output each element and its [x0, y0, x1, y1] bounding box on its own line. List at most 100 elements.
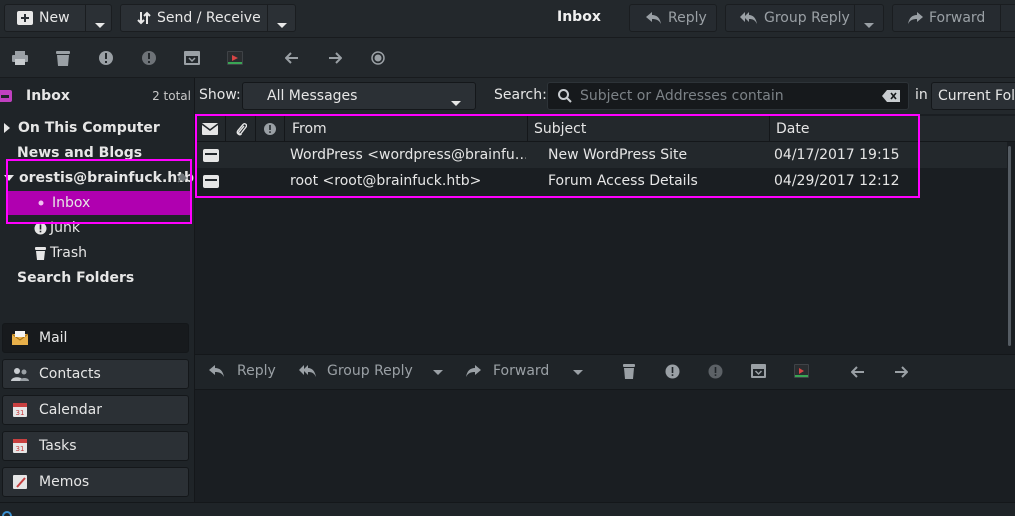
preview-reply-label: Reply — [237, 363, 276, 379]
tree-news-and-blogs[interactable]: News and Blogs — [0, 141, 193, 165]
nav-calendar[interactable]: 31 Calendar — [2, 395, 189, 425]
folder-count: 2 total — [152, 89, 191, 103]
junk-icon[interactable] — [665, 364, 680, 379]
tree-label: Trash — [50, 245, 87, 261]
new-menu-caret[interactable] — [95, 16, 105, 32]
show-label: Show: — [199, 87, 241, 103]
send-receive-split — [267, 5, 268, 31]
filter-bar: Show: All Messages Search: Subject or Ad… — [195, 78, 1015, 114]
group-reply-button[interactable]: Group Reply — [725, 4, 884, 32]
svg-text:31: 31 — [16, 409, 25, 417]
row-date: 04/17/2017 19:15 — [774, 147, 900, 163]
junk-icon — [34, 222, 47, 235]
nav-contacts[interactable]: Contacts — [2, 359, 189, 389]
preview-group-reply-button[interactable]: Group Reply — [299, 363, 413, 379]
tree-inbox[interactable]: Inbox — [8, 191, 190, 215]
important-icon — [263, 122, 277, 136]
reply-label: Reply — [668, 10, 707, 26]
not-junk-icon[interactable] — [708, 364, 723, 379]
preview-reply-button[interactable]: Reply — [209, 363, 276, 379]
forward-arrow-icon[interactable] — [327, 50, 343, 66]
row-from: root <root@brainfuck.htb> — [290, 173, 482, 189]
chevron-down-icon — [95, 23, 105, 28]
column-header: From Subject Date — [195, 116, 1015, 142]
stop-icon[interactable] — [370, 50, 386, 66]
tree-trash[interactable]: Trash — [0, 241, 193, 265]
tree-search-folders[interactable]: Search Folders — [0, 266, 193, 290]
delete-icon[interactable] — [623, 364, 635, 379]
flag-column[interactable] — [256, 116, 285, 142]
forward-split — [1000, 5, 1001, 31]
nav-label: Calendar — [39, 402, 102, 418]
new-label: New — [39, 10, 70, 26]
preview-group-reply-label: Group Reply — [327, 363, 413, 379]
scrollbar-thumb[interactable] — [1008, 146, 1011, 346]
header-bar: New Send / Receive Inbox Reply Group Rep… — [0, 0, 1015, 38]
group-reply-menu-caret[interactable] — [864, 16, 874, 32]
new-split — [85, 5, 86, 31]
table-row[interactable]: WordPress <wordpress@brainfu… New WordPr… — [197, 142, 1007, 168]
subject-column[interactable]: Subject — [528, 116, 770, 142]
attachment-column[interactable] — [226, 116, 256, 142]
from-column[interactable]: From — [285, 116, 528, 142]
nav-tasks[interactable]: 31 Tasks — [2, 431, 189, 461]
paperclip-icon — [235, 122, 247, 136]
search-input[interactable]: Subject or Addresses contain — [547, 82, 909, 110]
forward-arrow-icon[interactable] — [894, 366, 908, 378]
status-column[interactable] — [195, 116, 226, 142]
row-date: 04/29/2017 12:12 — [774, 173, 900, 189]
tree-label: Inbox — [52, 195, 91, 211]
chevron-down-icon — [451, 94, 461, 110]
preview-forward-button[interactable]: Forward — [465, 363, 549, 379]
tree-on-this-computer[interactable]: On This Computer — [0, 116, 193, 140]
subject-header: Subject — [534, 121, 587, 137]
mail-icon — [11, 329, 29, 347]
nav-label: Tasks — [39, 438, 77, 454]
archive-icon[interactable] — [184, 50, 200, 66]
folder-header: Inbox 2 total — [0, 80, 195, 112]
calendar-icon: 31 — [11, 401, 29, 419]
show-select[interactable]: All Messages — [242, 82, 476, 110]
scope-select[interactable]: Current Folder — [931, 82, 1015, 110]
forward-button[interactable]: Forward — [892, 4, 1015, 32]
forward-icon — [465, 365, 481, 377]
reply-icon — [209, 365, 225, 377]
back-arrow-icon[interactable] — [284, 50, 300, 66]
back-arrow-icon[interactable] — [851, 366, 865, 378]
tree-label: Search Folders — [17, 270, 135, 286]
group-reply-menu-caret[interactable] — [433, 370, 443, 375]
envelope-icon — [202, 123, 218, 135]
clear-search-icon[interactable] — [882, 90, 900, 102]
nav-label: Memos — [39, 474, 90, 490]
delete-icon[interactable] — [55, 50, 71, 66]
preview-toolbar: Reply Group Reply Forward — [195, 354, 1015, 390]
row-subject: Forum Access Details — [548, 173, 698, 189]
print-icon[interactable] — [12, 50, 28, 66]
nav-memos[interactable]: Memos — [2, 467, 189, 497]
group-reply-icon — [740, 12, 758, 24]
table-row[interactable]: root <root@brainfuck.htb> Forum Access D… — [197, 168, 1007, 194]
send-receive-menu-caret[interactable] — [277, 16, 287, 32]
date-column[interactable]: Date — [770, 116, 1015, 142]
contacts-icon — [11, 365, 29, 383]
svg-text:31: 31 — [16, 445, 25, 453]
junk-icon[interactable] — [98, 50, 114, 66]
send-receive-icon — [137, 11, 151, 25]
read-envelope-icon — [203, 168, 219, 194]
scope-value: Current Folder — [938, 88, 1015, 104]
move-icon[interactable] — [794, 364, 809, 378]
send-receive-button[interactable]: Send / Receive — [120, 4, 296, 32]
inbox-dot-icon — [38, 200, 44, 206]
nav-mail[interactable]: Mail — [2, 323, 189, 353]
move-icon[interactable] — [227, 50, 243, 66]
tree-junk[interactable]: Junk — [0, 216, 193, 240]
tree-label: Junk — [50, 220, 80, 236]
archive-icon[interactable] — [751, 364, 766, 378]
forward-menu-caret[interactable] — [573, 370, 583, 375]
reply-button[interactable]: Reply — [629, 4, 717, 32]
not-junk-icon[interactable] — [141, 50, 157, 66]
nav-label: Contacts — [39, 366, 101, 382]
toolbar — [0, 38, 1015, 78]
tree-account[interactable]: orestis@brainfuck.htb — [0, 166, 194, 190]
new-button[interactable]: New — [4, 4, 112, 32]
